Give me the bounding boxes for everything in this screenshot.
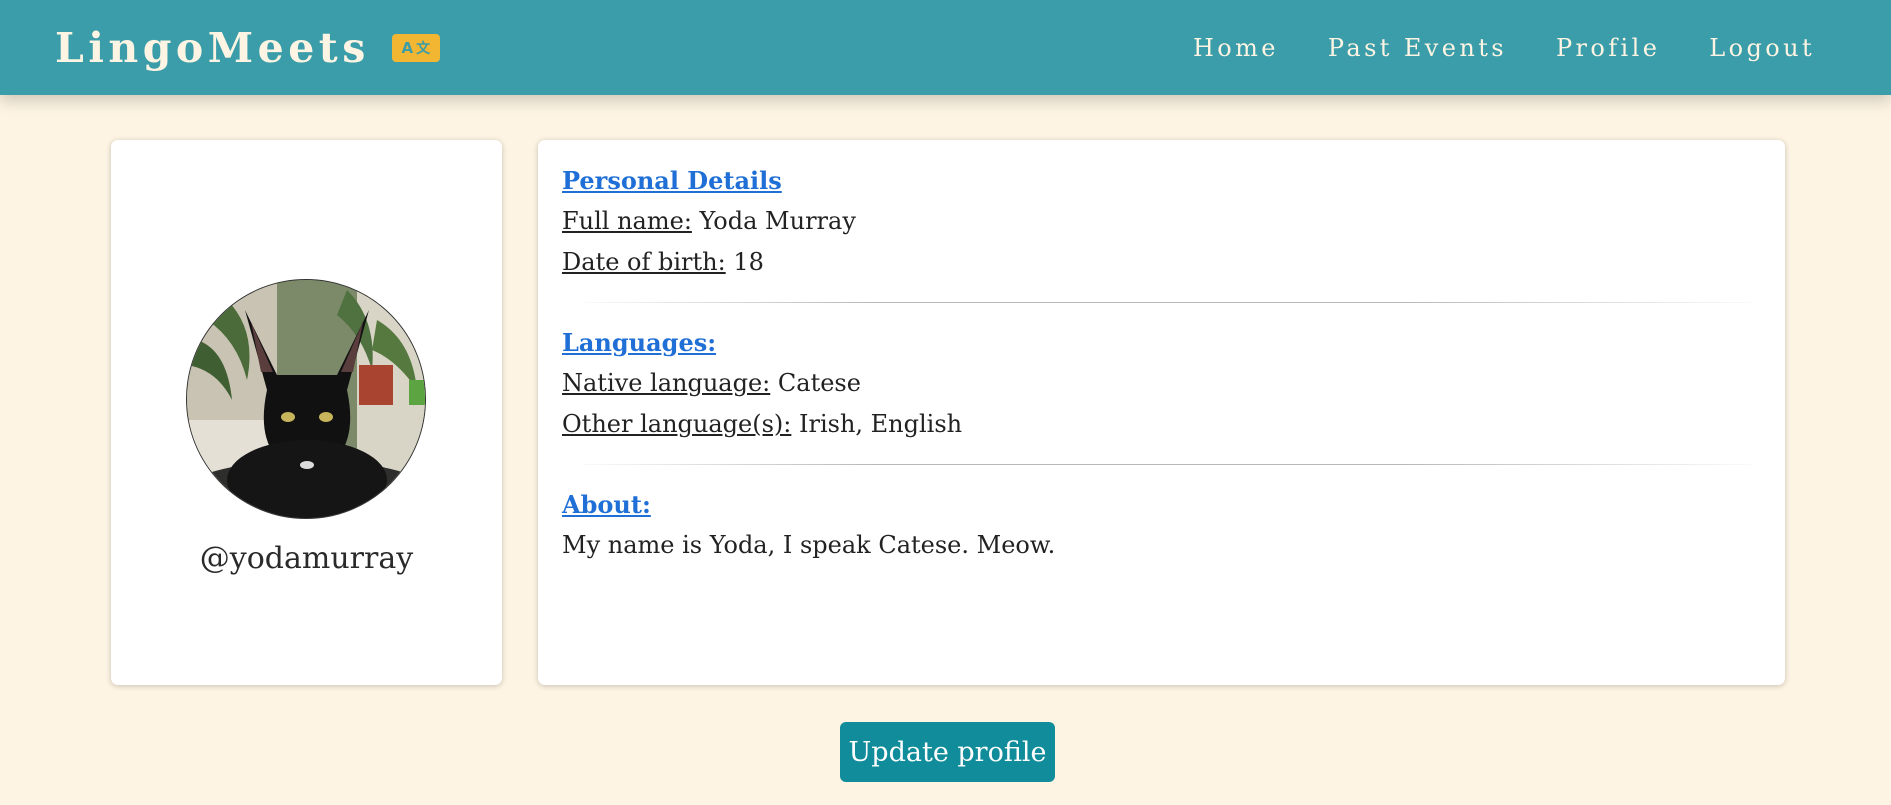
cat-photo [187,280,425,518]
avatar [186,279,426,519]
about-heading: About: [562,490,651,519]
full-name-value: Yoda Murray [699,207,856,235]
dob-label: Date of birth: [562,248,726,276]
details-content: Personal Details Full name: Yoda Murray … [562,160,1762,566]
full-name-row: Full name: Yoda Murray [562,201,1762,242]
username: @yodamurray [199,541,414,576]
dob-value: 18 [733,248,764,276]
personal-details-heading: Personal Details [562,166,782,195]
native-language-value: Catese [777,369,861,397]
languages-heading: Languages: [562,328,717,357]
profile-card: @yodamurray [111,140,502,685]
translate-icon: A 文 [391,33,440,62]
translate-icon-glyph-a: A [401,38,414,57]
native-language-row: Native language: Catese [562,363,1762,404]
full-name-label: Full name: [562,207,692,235]
details-card: Personal Details Full name: Yoda Murray … [538,140,1785,685]
other-languages-value: Irish, English [799,410,963,438]
other-languages-label: Other language(s): [562,410,792,438]
nav-past-events[interactable]: Past Events [1328,34,1507,62]
brand[interactable]: LingoMeets A 文 [55,24,440,72]
other-languages-row: Other language(s): Irish, English [562,404,1762,445]
nav-logout[interactable]: Logout [1709,34,1815,62]
translate-icon-glyph-b: 文 [416,40,431,57]
nav-home[interactable]: Home [1193,34,1279,62]
main-nav: Home Past Events Profile Logout [1144,34,1815,62]
divider [582,464,1752,465]
brand-name[interactable]: LingoMeets [55,24,370,72]
dob-row: Date of birth: 18 [562,242,1762,283]
about-text: My name is Yoda, I speak Catese. Meow. [562,531,1056,559]
update-profile-button[interactable]: Update profile [840,722,1055,782]
navbar: LingoMeets A 文 Home Past Events Profile … [0,0,1891,95]
divider [582,302,1752,303]
nav-profile[interactable]: Profile [1556,34,1660,62]
native-language-label: Native language: [562,369,771,397]
